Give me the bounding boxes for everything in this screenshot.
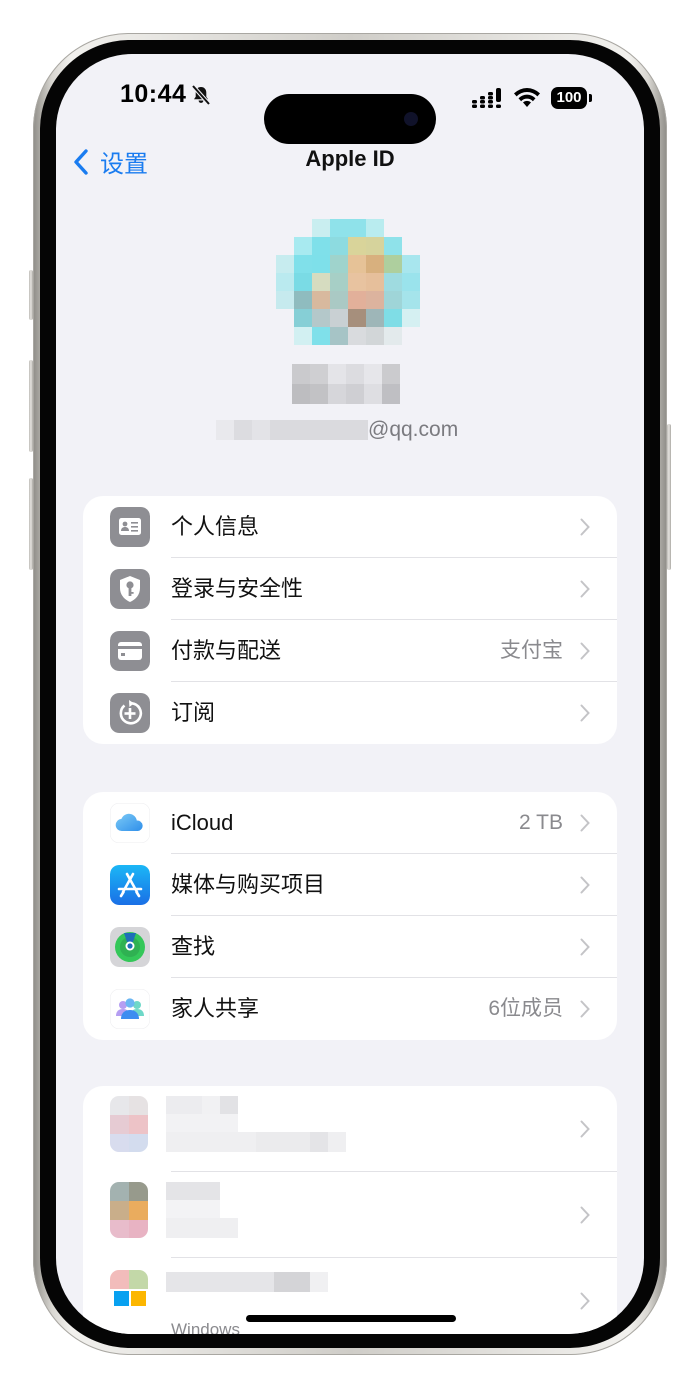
row-label: 付款与配送 — [171, 638, 282, 663]
wifi-icon — [514, 88, 540, 107]
contact-card-icon — [110, 507, 150, 547]
screen: 10:44 100 设置 Apple ID @qq.com 个人信息 登录与安全… — [56, 54, 644, 1334]
row-label: 个人信息 — [171, 514, 260, 539]
email-redacted — [216, 420, 368, 440]
email-suffix: @qq.com — [368, 418, 459, 441]
windows-device-icon — [110, 1270, 148, 1306]
family-sharing-icon — [110, 989, 150, 1029]
navigation-bar: 设置 Apple ID — [56, 140, 644, 180]
device-icon — [110, 1096, 148, 1152]
dynamic-island — [264, 94, 436, 144]
chevron-right-icon — [580, 518, 590, 536]
row-icloud[interactable]: iCloud 2 TB — [83, 792, 617, 854]
row-media-purchases[interactable]: 媒体与购买项目 — [83, 854, 617, 916]
row-label: 家人共享 — [171, 996, 260, 1021]
chevron-right-icon — [580, 876, 590, 894]
row-personal-info[interactable]: 个人信息 — [83, 496, 617, 558]
chevron-right-icon — [580, 1292, 590, 1310]
row-label: iCloud — [171, 810, 234, 835]
row-payment-shipping[interactable]: 付款与配送 支付宝 — [83, 620, 617, 682]
home-indicator[interactable] — [246, 1315, 456, 1322]
volume-up-button — [29, 360, 33, 452]
device-name-redacted — [166, 1182, 238, 1238]
chevron-right-icon — [580, 642, 590, 660]
row-subscriptions[interactable]: 订阅 — [83, 682, 617, 744]
row-sign-in-security[interactable]: 登录与安全性 — [83, 558, 617, 620]
services-group: iCloud 2 TB 媒体与购买项目 查找 家人共享 6位成员 — [83, 792, 617, 1040]
app-store-icon — [110, 865, 150, 905]
row-value: 2 TB — [519, 811, 563, 834]
status-bar: 10:44 100 — [56, 78, 644, 144]
chevron-right-icon — [580, 1206, 590, 1224]
device-name-redacted — [166, 1272, 328, 1292]
row-label: 查找 — [171, 934, 216, 959]
chevron-right-icon — [580, 704, 590, 722]
camera-icon — [404, 112, 418, 126]
device-icon — [110, 1182, 148, 1238]
credit-card-icon — [110, 631, 150, 671]
account-email: @qq.com — [216, 416, 496, 446]
row-label: 媒体与购买项目 — [171, 872, 326, 897]
account-settings-group: 个人信息 登录与安全性 付款与配送 支付宝 订阅 — [83, 496, 617, 744]
icloud-icon — [110, 803, 150, 843]
page-title: Apple ID — [305, 146, 395, 171]
row-label: 登录与安全性 — [171, 576, 304, 601]
device-row-windows[interactable]: Windows — [83, 1258, 617, 1334]
avatar[interactable] — [274, 219, 424, 349]
chevron-right-icon — [580, 814, 590, 832]
volume-down-button — [29, 478, 33, 570]
row-value: 支付宝 — [500, 639, 563, 662]
chevron-right-icon — [580, 580, 590, 598]
shield-key-icon — [110, 569, 150, 609]
silent-bell-icon — [191, 84, 211, 106]
device-row[interactable] — [83, 1086, 617, 1172]
chevron-right-icon — [580, 1000, 590, 1018]
battery-level: 100 — [551, 87, 587, 109]
row-value: 6位成员 — [488, 997, 563, 1020]
status-time: 10:44 — [120, 80, 187, 108]
cellular-signal-icon — [472, 88, 501, 108]
action-button — [29, 270, 33, 320]
account-name-redacted — [292, 364, 400, 404]
chevron-right-icon — [580, 938, 590, 956]
row-find-my[interactable]: 查找 — [83, 916, 617, 978]
device-name-redacted — [166, 1096, 346, 1152]
find-my-icon — [110, 927, 150, 967]
power-button — [667, 424, 671, 570]
row-family-sharing[interactable]: 家人共享 6位成员 — [83, 978, 617, 1040]
devices-group: Windows — [83, 1086, 617, 1334]
row-label: 订阅 — [171, 700, 216, 725]
chevron-right-icon — [580, 1120, 590, 1138]
device-model: Windows — [171, 1320, 240, 1334]
subscription-icon — [110, 693, 150, 733]
battery-icon: 100 — [551, 87, 593, 109]
device-row[interactable] — [83, 1172, 617, 1258]
